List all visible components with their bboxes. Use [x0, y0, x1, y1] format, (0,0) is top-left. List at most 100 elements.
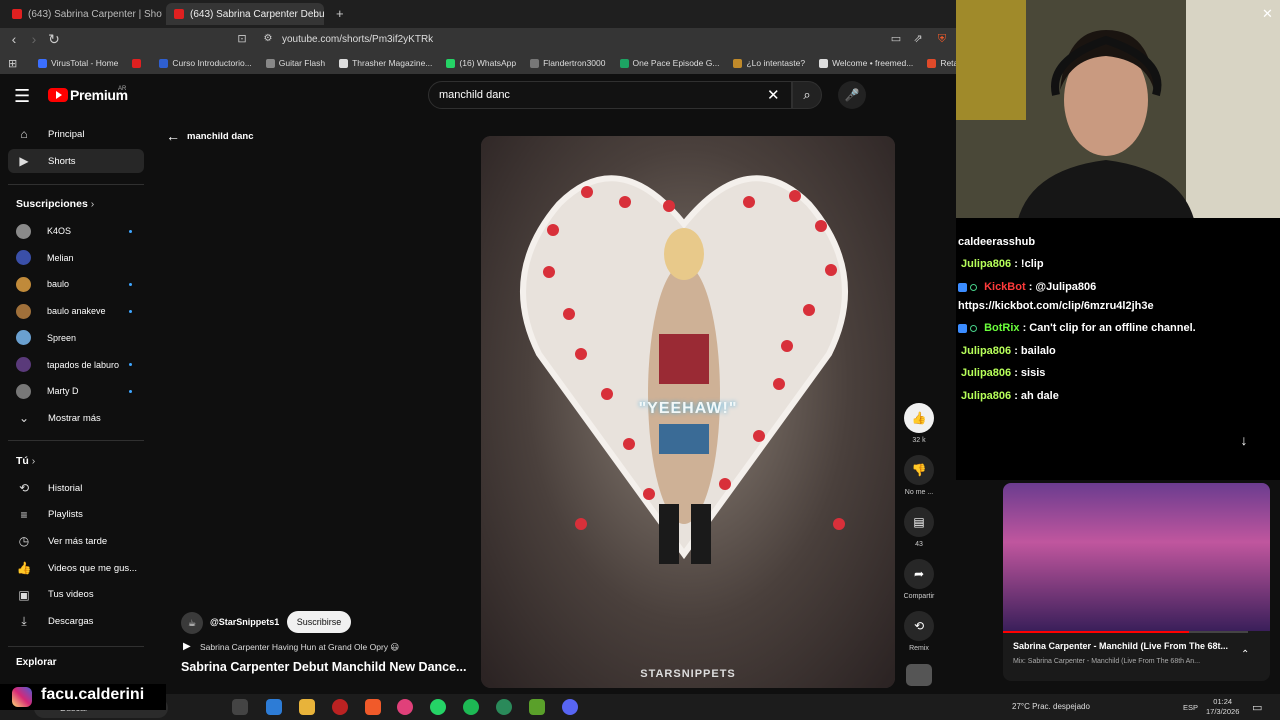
avatar [16, 276, 31, 292]
store-icon[interactable] [266, 699, 282, 715]
bookmark-item[interactable]: Guitar Flash [265, 58, 325, 68]
show-more-button[interactable]: ⌄ Mostrar más [8, 406, 144, 430]
chevron-up-icon[interactable]: ⌃ [1241, 649, 1249, 660]
new-content-dot [129, 309, 132, 313]
app-icon[interactable] [496, 699, 512, 715]
site-info-icon[interactable]: ⚙ [260, 31, 276, 47]
spotify-icon[interactable] [463, 699, 479, 715]
sound-title-link[interactable]: Sabrina Carpenter Having Hun at Grand Ol… [200, 642, 399, 653]
channel-name[interactable]: @StarSnippets1 [210, 617, 279, 627]
forward-icon[interactable]: › [26, 31, 42, 47]
scroll-down-icon[interactable]: ↓ [1234, 432, 1254, 452]
bookmarks-list: VirusTotal - Home Curso Introductorio... G… [38, 52, 986, 74]
reload-icon[interactable]: ↻ [46, 31, 62, 47]
subscribe-button[interactable]: Suscribirse [287, 611, 351, 633]
sound-thumbnail[interactable] [906, 664, 932, 686]
channel-avatar[interactable]: ☕ [181, 612, 203, 634]
back-icon[interactable]: ‹ [6, 31, 22, 47]
short-title[interactable]: Sabrina Carpenter Debut Manchild New Dan… [181, 660, 466, 674]
bookmark-item[interactable] [132, 58, 145, 68]
language-indicator[interactable]: ESP [1183, 703, 1198, 712]
mini-player[interactable]: Sabrina Carpenter - Manchild (Live From … [1003, 483, 1270, 681]
remix-button[interactable]: ⟲ Remix [904, 611, 934, 652]
bookmark-item[interactable]: One Pace Episode G... [619, 58, 719, 68]
bookmark-item[interactable]: Flandertron3000 [530, 58, 606, 68]
clear-search-icon[interactable]: ✕ [767, 86, 780, 104]
back-arrow-icon[interactable]: ← [166, 128, 180, 144]
youtube-logo-icon[interactable] [48, 88, 68, 102]
comments-button[interactable]: ▤ 43 [904, 507, 934, 548]
minecraft-icon[interactable] [529, 699, 545, 715]
sidebar-item-playlists[interactable]: ≡ Playlists [8, 503, 144, 527]
subscription-item[interactable]: baulo [16, 274, 136, 294]
cast-icon[interactable]: ▭ [888, 31, 904, 47]
chevron-right-icon: › [31, 455, 36, 467]
menu-icon[interactable]: ☰ [14, 86, 30, 107]
short-video-player[interactable]: "YEEHAW!" STARSNIPPETS [481, 136, 895, 688]
new-tab-icon[interactable]: + [336, 6, 344, 21]
sidebar-item-shorts[interactable]: ▶ Shorts [8, 149, 144, 173]
obs-icon[interactable] [332, 699, 348, 715]
app-icon[interactable] [397, 699, 413, 715]
bookmark-item[interactable]: (16) WhatsApp [446, 58, 516, 68]
url-field[interactable]: youtube.com/shorts/Pm3if2yKTRk [282, 34, 433, 45]
chat-line: Julipa806 : ah dale [961, 390, 1059, 402]
subscription-item[interactable]: baulo anakeve [16, 301, 136, 321]
bot-badge-icon [958, 323, 967, 333]
subscription-item[interactable]: tapados de laburo [16, 355, 136, 375]
bookmark-label: Curso Introductorio... [172, 58, 252, 68]
discord-icon[interactable] [562, 699, 578, 715]
bookmark-item[interactable]: ¿Lo intentaste? [733, 58, 805, 68]
subscription-label: Melian [47, 252, 74, 263]
bookmark-item[interactable]: Curso Introductorio... [159, 58, 252, 68]
voice-search-button[interactable]: 🎤 [838, 81, 866, 109]
sidebar-item-like[interactable]: 👍 Videos que me gus... [8, 556, 144, 580]
subscription-item[interactable]: Spreen [16, 328, 136, 348]
apps-grid-icon[interactable]: ⊞ [8, 57, 17, 70]
subscriptions-title: Suscripciones [16, 198, 88, 210]
shorts-query-label: manchild danc [187, 131, 254, 142]
notifications-icon[interactable]: ▭ [1252, 701, 1262, 714]
brave-icon[interactable] [365, 699, 381, 715]
bookmark-icon[interactable]: ⊡ [234, 31, 250, 47]
overlay-close-icon[interactable]: ✕ [1262, 6, 1273, 22]
you-heading[interactable]: Tú › [16, 455, 35, 467]
like-button[interactable]: 👍 32 k [904, 403, 934, 444]
subscription-item[interactable]: Marty D [16, 381, 136, 401]
share-button[interactable]: ➦ Compartir [904, 559, 934, 600]
bookmark-item[interactable]: Welcome • freemed... [819, 58, 913, 68]
chat-username: Julipa806 [961, 345, 1012, 357]
avatar [16, 223, 31, 239]
sidebar-item-watch-later[interactable]: ◷ Ver más tarde [8, 529, 144, 553]
bookmark-label: Welcome • freemed... [832, 58, 914, 68]
brave-shield-icon[interactable]: ⛨ [934, 31, 950, 47]
sidebar-item-history[interactable]: ⟲ Historial [8, 476, 144, 500]
clock[interactable]: 01:24 17/3/2026 [1206, 697, 1239, 717]
browser-tab-2[interactable]: (643) Sabrina Carpenter Debu ✕ [166, 3, 324, 25]
whatsapp-icon[interactable] [430, 699, 446, 715]
task-view-icon[interactable] [232, 699, 248, 715]
sidebar-item-principal[interactable]: ⌂ Principal [8, 122, 144, 146]
bookmark-favicon-icon [819, 58, 829, 68]
chat-line: https://kickbot.com/clip/6mzru4l2jh3e [958, 300, 1154, 312]
share-page-icon[interactable]: ⇗ [910, 31, 926, 47]
sidebar-item-your-videos[interactable]: ▣ Tus videos [8, 583, 144, 607]
mini-player-thumbnail[interactable] [1003, 483, 1270, 631]
browser-tab-1[interactable]: (643) Sabrina Carpenter | Show Comp [4, 3, 162, 25]
file-explorer-icon[interactable] [299, 699, 315, 715]
search-button[interactable]: ⌕ [792, 81, 822, 109]
subscription-item[interactable]: Melian [16, 248, 136, 268]
history-icon: ⟲ [18, 481, 30, 495]
bookmark-item[interactable]: Thrasher Magazine... [339, 58, 432, 68]
subscriptions-heading[interactable]: Suscripciones › [16, 198, 94, 210]
like-icon: 👍 [16, 561, 32, 576]
weather-widget[interactable]: 27°C Prac. despejado [1012, 702, 1090, 711]
search-input[interactable]: manchild danc [439, 89, 510, 101]
video-caption: "YEEHAW!" [638, 400, 738, 417]
bookmark-item[interactable]: VirusTotal - Home [38, 58, 118, 68]
dislike-button[interactable]: 👎 No me ... [904, 455, 934, 496]
verified-badge-icon [970, 324, 977, 332]
subscription-item[interactable]: K4OS [16, 221, 136, 241]
bookmark-favicon-icon [265, 58, 275, 68]
sidebar-item-download[interactable]: ⤓ Descargas [8, 610, 144, 634]
